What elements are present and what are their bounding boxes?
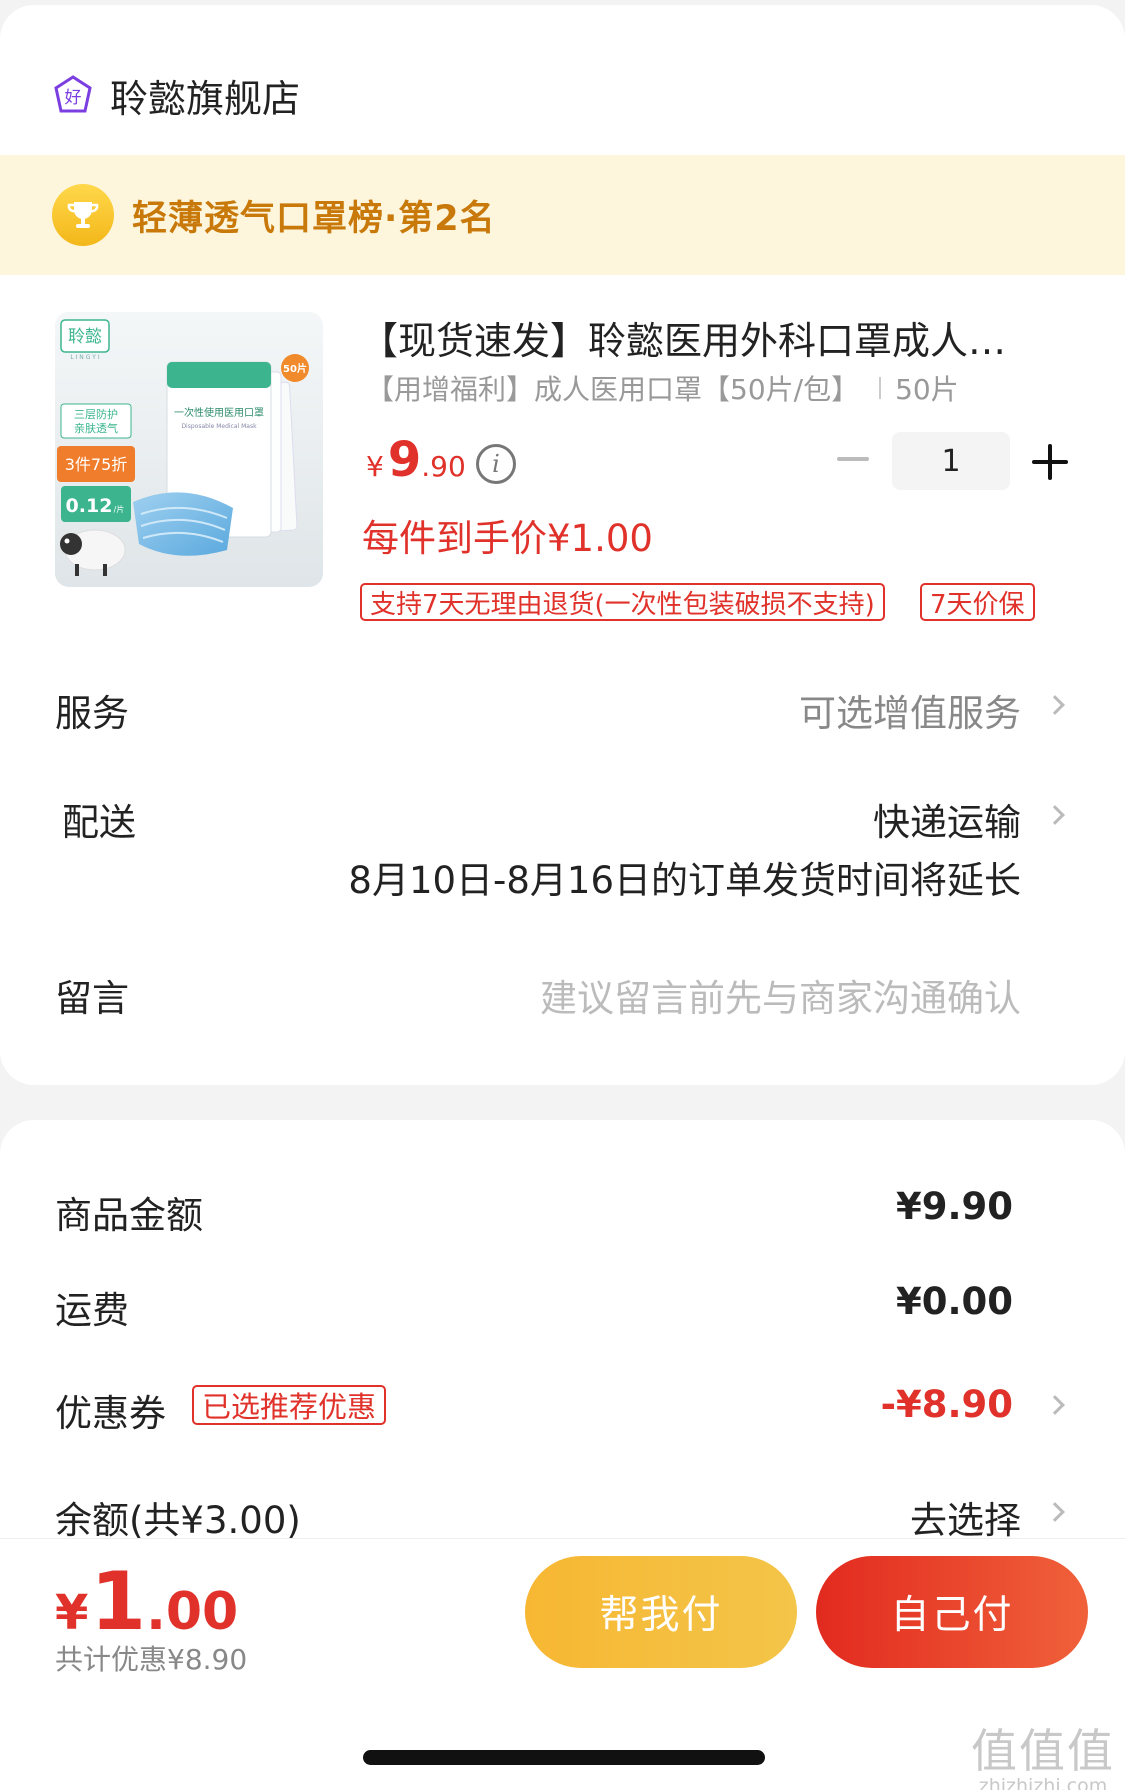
svg-text:好: 好 bbox=[65, 88, 82, 108]
ranking-bar[interactable]: 轻薄透气口罩榜·第2名 bbox=[0, 155, 1125, 275]
watermark: 值值值 zhizhizhi.com bbox=[971, 1715, 1115, 1790]
watermark-title: 值值值 bbox=[971, 1724, 1115, 1778]
svg-text:一次性使用医用口罩: 一次性使用医用口罩 bbox=[174, 406, 264, 419]
store-badge-icon: 好 bbox=[54, 75, 92, 113]
coupon-value[interactable]: -¥8.90 bbox=[881, 1383, 1013, 1426]
product-spec-text: 【用增福利】成人医用口罩【50片/包】 bbox=[366, 373, 860, 406]
quantity-increase-button[interactable] bbox=[1032, 444, 1068, 480]
ranking-text: 轻薄透气口罩榜·第2名 bbox=[132, 198, 496, 239]
self-pay-button[interactable]: 自己付 bbox=[816, 1556, 1088, 1668]
price-currency: ¥ bbox=[366, 450, 384, 483]
balance-select[interactable]: 去选择 bbox=[910, 1490, 1021, 1544]
quantity-decrease-button[interactable] bbox=[836, 446, 870, 472]
return-policy-tag: 支持7天无理由退货(一次性包装破损不支持) bbox=[360, 583, 885, 621]
product-image[interactable]: 聆懿 L I N G Y I 一次性使用医用口罩 Disposable Medi… bbox=[55, 312, 323, 587]
total-currency: ¥ bbox=[55, 1585, 89, 1641]
svg-text:L I N G Y I: L I N G Y I bbox=[70, 354, 99, 361]
watermark-domain: zhizhizhi.com bbox=[978, 1775, 1108, 1790]
message-input[interactable]: 建议留言前先与商家沟通确认 bbox=[540, 968, 1021, 1022]
product-spec-count: 50片 bbox=[895, 373, 959, 406]
store-row[interactable]: 好 聆懿旗舰店 bbox=[52, 67, 300, 123]
svg-text:Disposable Medical Mask: Disposable Medical Mask bbox=[181, 423, 257, 430]
spec-separator bbox=[879, 377, 882, 399]
svg-text:50片: 50片 bbox=[283, 362, 307, 375]
price-decimal: .90 bbox=[421, 450, 466, 483]
message-label: 留言 bbox=[55, 977, 129, 1020]
delivery-method[interactable]: 快递运输 bbox=[873, 792, 1021, 846]
svg-text:亲肤透气: 亲肤透气 bbox=[74, 421, 118, 435]
product-title[interactable]: 【现货速发】聆懿医用外科口罩成人… bbox=[360, 310, 1040, 365]
coupon-recommended-badge: 已选推荐优惠 bbox=[192, 1385, 387, 1425]
balance-label: 余额(共¥3.00) bbox=[55, 1499, 301, 1542]
product-price: ¥ 9 .90 bbox=[366, 432, 466, 488]
goods-amount-label: 商品金额 bbox=[55, 1194, 203, 1237]
svg-text:/片: /片 bbox=[114, 504, 125, 514]
price-protection-tag: 7天价保 bbox=[920, 583, 1035, 621]
help-pay-button[interactable]: 帮我付 bbox=[525, 1556, 797, 1668]
checkout-page: 好 聆懿旗舰店 轻薄透气口罩榜·第2名 聆懿 L I N G Y I 一次性使用… bbox=[0, 0, 1125, 1790]
shipping-value: ¥0.00 bbox=[895, 1280, 1013, 1323]
goods-amount-value: ¥9.90 bbox=[895, 1185, 1013, 1228]
total-discount: 共计优惠¥8.90 bbox=[55, 1643, 248, 1676]
minus-icon bbox=[837, 457, 869, 461]
price-info-icon[interactable]: i bbox=[476, 444, 516, 484]
delivery-label: 配送 bbox=[62, 801, 136, 844]
price-integer: 9 bbox=[387, 432, 422, 488]
store-name: 聆懿旗舰店 bbox=[110, 76, 301, 121]
product-spec[interactable]: 【用增福利】成人医用口罩【50片/包】 50片 bbox=[366, 368, 1046, 408]
total-integer: 1 bbox=[90, 1555, 147, 1648]
home-indicator[interactable] bbox=[363, 1750, 765, 1765]
coupon-label: 优惠券 bbox=[55, 1392, 166, 1435]
service-option[interactable]: 可选增值服务 bbox=[799, 683, 1021, 737]
total-decimal: .00 bbox=[146, 1582, 239, 1642]
service-label: 服务 bbox=[55, 692, 129, 735]
total-price: ¥ 1 .00 bbox=[55, 1555, 238, 1648]
trophy-icon bbox=[52, 184, 114, 246]
svg-text:聆懿: 聆懿 bbox=[68, 327, 102, 347]
each-price: 每件到手价¥1.00 bbox=[362, 517, 653, 560]
quantity-input[interactable]: 1 bbox=[892, 432, 1010, 490]
svg-text:3件75折: 3件75折 bbox=[65, 455, 128, 474]
svg-text:0.12: 0.12 bbox=[66, 495, 113, 517]
shipping-label: 运费 bbox=[55, 1289, 129, 1332]
delivery-notice: 8月10日-8月16日的订单发货时间将延长 bbox=[348, 859, 1021, 902]
svg-text:三层防护: 三层防护 bbox=[74, 407, 118, 421]
